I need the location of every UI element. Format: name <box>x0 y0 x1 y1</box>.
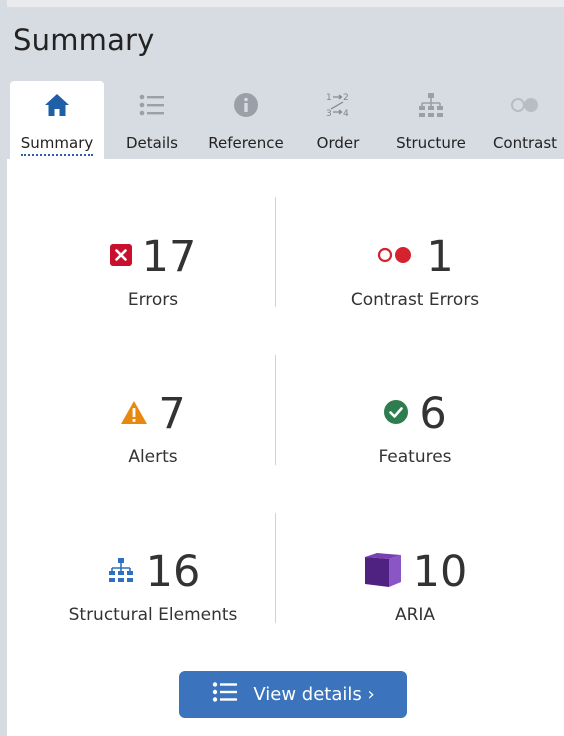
stat-value: 6 <box>419 389 447 439</box>
aria-cube-icon <box>363 552 403 592</box>
stat-value: 10 <box>412 547 468 597</box>
stat-value: 16 <box>145 547 201 597</box>
hierarchy-icon <box>106 556 136 588</box>
stat-label: Alerts <box>128 447 178 467</box>
stat-label: Contrast Errors <box>350 290 480 310</box>
tab-label: Details <box>125 134 178 152</box>
list-icon <box>117 90 187 120</box>
tab-order[interactable]: 1 2 3 4 Order <box>307 81 369 159</box>
stat-label: ARIA <box>394 605 436 625</box>
tab-label: Summary <box>20 134 94 156</box>
tab-label: Order <box>316 134 360 152</box>
stat-features[interactable]: 6 Features <box>284 387 546 467</box>
page-title: Summary <box>13 23 155 57</box>
left-border <box>0 0 7 736</box>
order-icon: 1 2 3 4 <box>307 90 369 120</box>
stat-errors[interactable]: 17 Errors <box>22 230 284 310</box>
svg-text:3: 3 <box>326 109 332 119</box>
stat-alerts[interactable]: 7 Alerts <box>22 387 284 467</box>
stat-structural-elements[interactable]: 16 Structural Elements <box>22 545 284 625</box>
tab-label: Reference <box>208 134 284 152</box>
hierarchy-icon <box>384 90 478 120</box>
info-icon <box>198 90 294 120</box>
svg-text:1: 1 <box>326 93 332 103</box>
stat-value: 7 <box>158 389 186 439</box>
summary-panel: 17 Errors 1 Contrast Errors 7 Alerts 6 F… <box>7 159 564 736</box>
tab-contrast[interactable]: Contrast <box>486 81 564 159</box>
stat-label: Features <box>378 447 452 467</box>
home-icon <box>10 90 104 120</box>
stat-value: 17 <box>141 232 197 282</box>
tab-label: Structure <box>396 134 466 152</box>
stat-aria[interactable]: 10 ARIA <box>284 545 546 625</box>
panel-header: Summary <box>7 7 564 81</box>
button-label: View details › <box>253 684 375 705</box>
stat-value: 1 <box>426 232 454 282</box>
stat-label: Structural Elements <box>68 605 238 625</box>
view-details-button[interactable]: View details › <box>179 671 407 718</box>
alert-triangle-icon <box>120 400 148 429</box>
tab-bar: Summary Details Reference 1 2 3 4 Order … <box>7 81 564 159</box>
svg-text:4: 4 <box>343 109 349 119</box>
check-circle-icon <box>383 399 409 429</box>
tab-details[interactable]: Details <box>117 81 187 159</box>
contrast-icon <box>376 245 416 269</box>
error-x-icon <box>109 244 132 270</box>
contrast-icon <box>486 90 564 120</box>
tab-structure[interactable]: Structure <box>384 81 478 159</box>
tab-summary[interactable]: Summary <box>10 81 104 159</box>
svg-text:2: 2 <box>343 93 349 103</box>
stat-label: Errors <box>127 290 179 310</box>
list-icon <box>211 681 239 708</box>
tab-label: Contrast <box>492 134 558 152</box>
tab-reference[interactable]: Reference <box>198 81 294 159</box>
stat-contrast-errors[interactable]: 1 Contrast Errors <box>284 230 546 310</box>
